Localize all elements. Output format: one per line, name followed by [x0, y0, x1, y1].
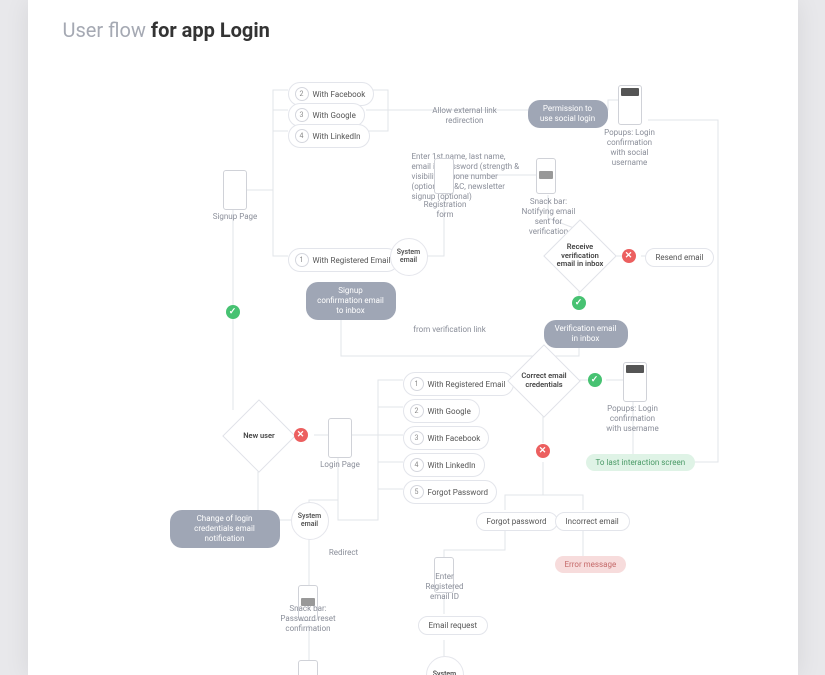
- snackbar-pw-label: Snack bar: Password reset confirmation: [276, 604, 341, 634]
- document-page: User flow for app Login: [28, 0, 798, 675]
- no-icon-3: ✕: [536, 444, 550, 458]
- option-registered-email: 1With Registered Email: [288, 248, 400, 272]
- registration-form-screen: [434, 158, 454, 194]
- to-last-screen-button: To last interaction screen: [586, 454, 696, 471]
- popup-user-screen: [623, 362, 647, 402]
- registration-text: Enter 1st name, last name, email id, pas…: [412, 152, 522, 202]
- flow-canvas: Signup Page 2With Facebook 3With Google …: [28, 0, 798, 675]
- allow-external-label: Allow external link redirection: [415, 106, 515, 126]
- error-message-node: Error message: [555, 556, 627, 573]
- no-icon: ✕: [622, 249, 636, 263]
- login-option-linkedin: 4With LinkedIn: [403, 453, 485, 477]
- email-request-node: Email request: [418, 616, 489, 635]
- snackbar-pw-cont: [298, 660, 318, 675]
- forgot-password-node: Forgot password: [476, 512, 558, 531]
- popup-user-label: Popups: Login confirmation with username: [603, 404, 663, 434]
- popup-social-screen: [618, 85, 642, 125]
- incorrect-email-node: Incorrect email: [555, 512, 630, 531]
- signup-confirmation-pill: Signup confirmation email to inbox: [306, 282, 396, 320]
- change-credentials-pill: Change of login credentials email notifi…: [170, 510, 280, 548]
- yes-icon-1: ✓: [572, 296, 586, 310]
- permission-social-pill: Permission to use social login: [528, 100, 608, 128]
- snackbar-verify-screen: [536, 158, 556, 194]
- enter-registered-label: Enter Registered email ID: [416, 572, 474, 602]
- login-option-facebook: 3With Facebook: [403, 426, 490, 450]
- login-option-forgot: 5Forgot Password: [403, 480, 498, 504]
- system-email-2: System email: [291, 502, 329, 540]
- no-icon-2: ✕: [294, 428, 308, 442]
- resend-email-button: Resend email: [645, 248, 715, 267]
- from-verification-label: from verification link: [410, 325, 490, 335]
- outer-frame: User flow for app Login: [0, 0, 825, 675]
- registration-form-label: Registration form: [423, 200, 468, 220]
- redirect-label: Redirect: [324, 548, 364, 558]
- login-option-google: 2With Google: [403, 399, 480, 423]
- verification-inbox-pill: Verification email in inbox: [544, 320, 628, 348]
- system-email-1: System email: [390, 238, 428, 276]
- signup-page-label: Signup Page: [208, 212, 263, 222]
- login-page-label: Login Page: [318, 460, 363, 470]
- yes-icon-2: ✓: [226, 305, 240, 319]
- connector-lines: [28, 0, 798, 675]
- signup-page-screen: [223, 170, 247, 210]
- login-page-screen: [328, 418, 352, 458]
- option-linkedin: 4With LinkedIn: [288, 124, 370, 148]
- login-option-email: 1With Registered Email: [403, 372, 515, 396]
- yes-icon-3: ✓: [588, 373, 602, 387]
- popup-social-label: Popups: Login confirmation with social u…: [600, 128, 660, 168]
